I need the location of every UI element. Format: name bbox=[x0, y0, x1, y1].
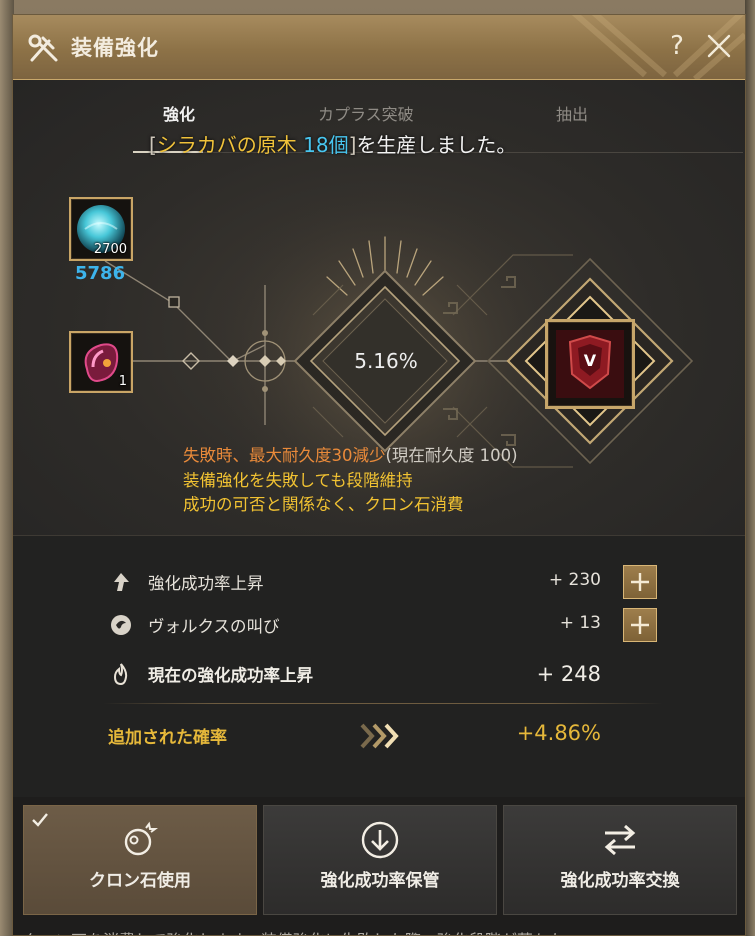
exchange-success-rate-button[interactable]: 強化成功率交換 bbox=[503, 805, 737, 915]
cron-stone-icon bbox=[124, 821, 158, 856]
armor-icon: V bbox=[556, 330, 624, 398]
arrow-up-icon bbox=[114, 573, 129, 591]
store-success-rate-button[interactable]: 強化成功率保管 bbox=[263, 805, 497, 915]
download-circle-icon bbox=[361, 821, 399, 859]
plus-icon bbox=[631, 616, 649, 634]
valks-cry-icon bbox=[111, 615, 131, 635]
black-stone-owned: 5786 bbox=[75, 263, 126, 284]
enhance-window: 装備強化 ? 強化 カプラス突破 抽出 [シラカバの原木 18個]を生産しました… bbox=[12, 14, 746, 936]
valks-cry-plus-button[interactable] bbox=[623, 608, 657, 642]
cron-stone-slot[interactable]: 1 bbox=[69, 331, 133, 393]
black-stone-slot-count: 2700 bbox=[93, 242, 127, 257]
added-chance-value: +4.86% bbox=[516, 721, 601, 745]
rate-up-plus-button[interactable] bbox=[623, 565, 657, 599]
warning-level-keep: 装備強化を失敗しても段階維持 bbox=[183, 471, 413, 490]
added-chance-label: 追加された確率 bbox=[108, 728, 227, 748]
black-stone-slot[interactable]: 2700 bbox=[69, 197, 133, 261]
triple-chevron-icon bbox=[360, 723, 399, 749]
footer-description: クロン石を消費して強化します。装備強化に失敗した際、強化段階が落ちた bbox=[23, 927, 565, 935]
checkmark-icon[interactable] bbox=[29, 809, 51, 831]
connector-node bbox=[168, 296, 180, 308]
use-cron-stone-button[interactable]: クロン石使用 bbox=[23, 805, 257, 915]
success-chance-value: 5.16% bbox=[354, 349, 418, 373]
plus-icon bbox=[631, 573, 649, 591]
warning-cron-consume: 成功の可否と関係なく、クロン石消費 bbox=[183, 495, 464, 514]
stat-row-valks-cry: ヴォルクスの叫び + 13 bbox=[13, 608, 745, 642]
warning-durability: 失敗時、最大耐久度30減少(現在耐久度 100) bbox=[183, 446, 518, 465]
cron-stone-slot-count: 1 bbox=[118, 374, 127, 389]
rate-up-value: + 230 bbox=[548, 570, 601, 590]
background-right bbox=[745, 0, 755, 936]
flame-icon bbox=[113, 663, 128, 686]
stat-row-current-rate: 現在の強化成功率上昇 + 248 bbox=[13, 657, 745, 691]
target-item-slot[interactable]: V bbox=[545, 319, 635, 409]
current-rate-value: + 248 bbox=[536, 662, 601, 686]
valks-cry-value: + 13 bbox=[559, 613, 601, 633]
swap-arrows-icon bbox=[604, 824, 636, 856]
stats-divider bbox=[103, 703, 663, 704]
target-item-grade: V bbox=[584, 351, 597, 370]
stat-row-rate-up: 強化成功率上昇 + 230 bbox=[13, 565, 745, 599]
